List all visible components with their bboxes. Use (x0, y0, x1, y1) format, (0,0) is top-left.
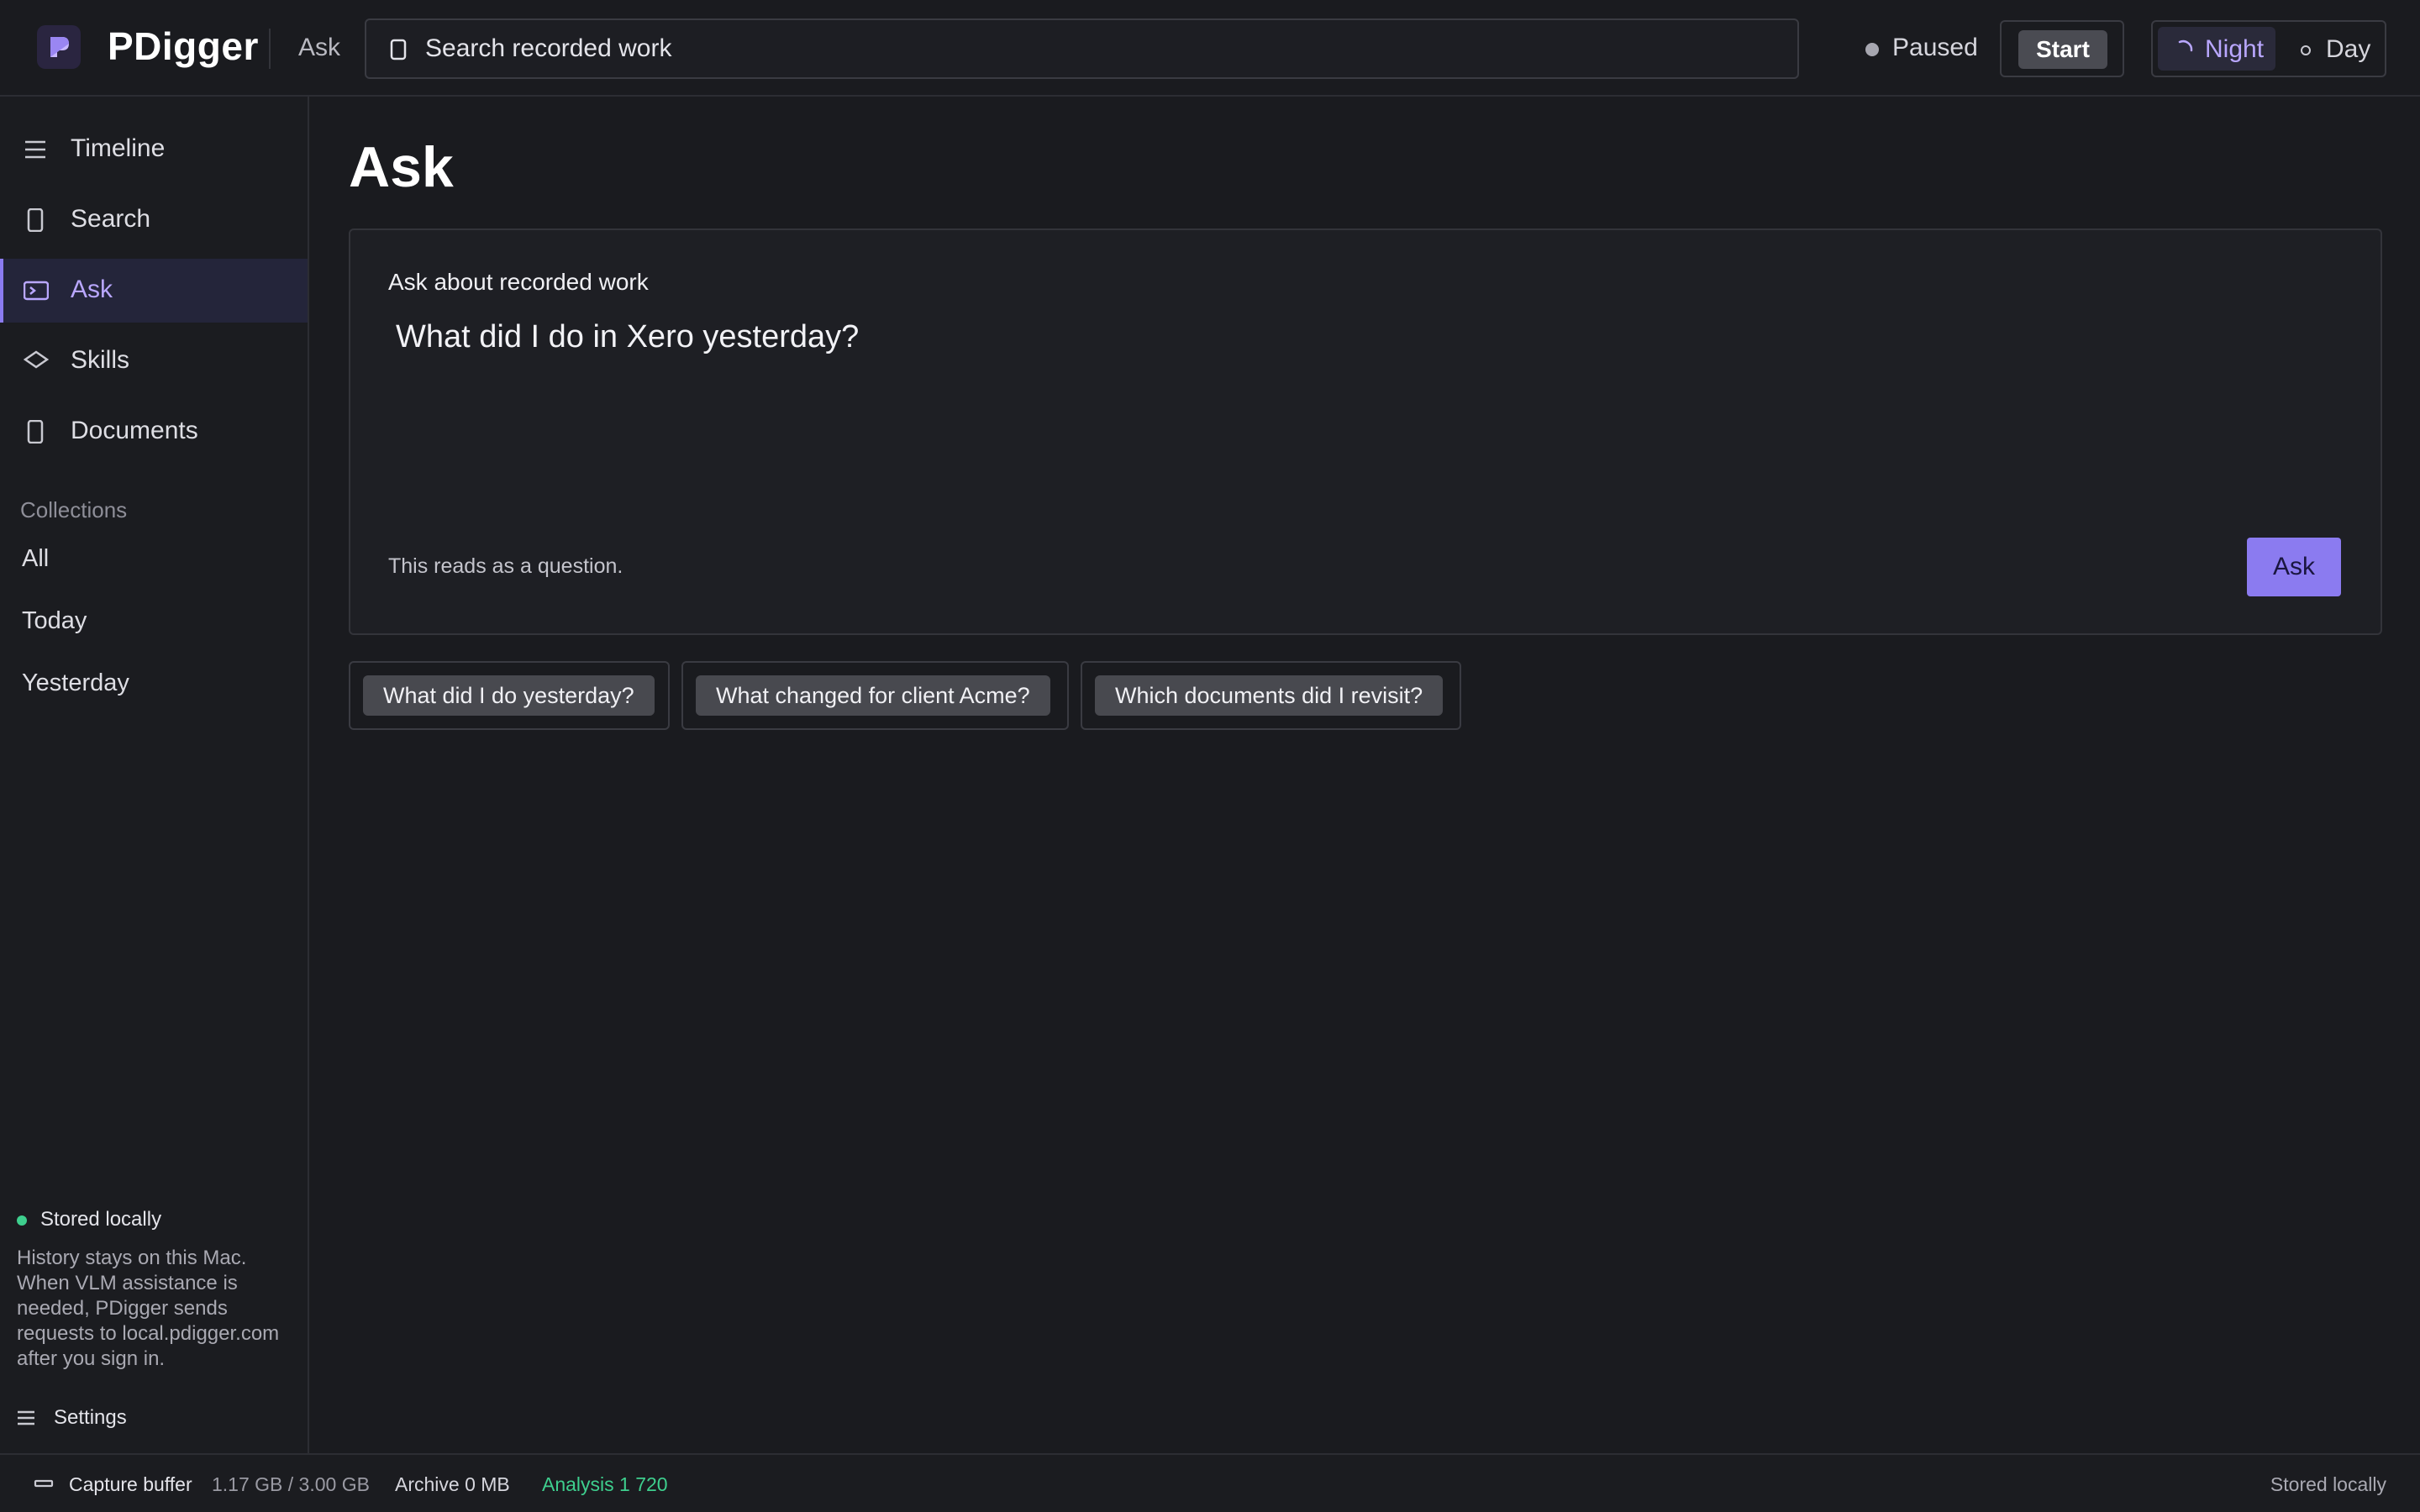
theme-night-option[interactable]: Night (2158, 27, 2275, 71)
suggestion-chip[interactable]: Which documents did I revisit? (1095, 675, 1444, 716)
top-bar: PDigger Ask Paused Start Night Day (0, 0, 2420, 97)
theme-day-label: Day (2326, 35, 2371, 63)
sidebar-item-label: Documents (71, 417, 198, 444)
sidebar-item-label: Ask (71, 276, 113, 303)
sidebar-item-timeline[interactable]: Timeline (0, 118, 308, 181)
settings-label: Settings (54, 1406, 127, 1429)
document-icon (24, 207, 47, 236)
sidebar-item-skills[interactable]: Skills (0, 329, 308, 393)
sun-icon (2301, 45, 2311, 55)
ask-card: Ask about recorded work What did I do in… (349, 228, 2382, 635)
sidebar-item-documents[interactable]: Documents (0, 400, 308, 464)
settings-button[interactable]: Settings (17, 1406, 127, 1431)
suggestion-chip-wrap: What did I do yesterday? (349, 661, 670, 730)
page-title: Ask (349, 135, 454, 199)
search-input[interactable] (424, 20, 1734, 77)
search-box[interactable] (365, 18, 1799, 79)
suggestion-chip-wrap: What changed for client Acme? (681, 661, 1069, 730)
collection-today[interactable]: Today (22, 607, 87, 635)
logo-icon (50, 37, 69, 57)
suggestion-chip[interactable]: What changed for client Acme? (696, 675, 1050, 716)
storage-description: History stays on this Mac. When VLM assi… (17, 1247, 280, 1370)
terminal-icon (23, 279, 50, 307)
analysis-count: Analysis 1 720 (542, 1473, 668, 1495)
app-name: PDigger (108, 24, 259, 68)
recording-status: Paused (1892, 34, 1978, 61)
suggestion-chip-wrap: Which documents did I revisit? (1081, 661, 1461, 730)
capture-buffer-label: Capture buffer (69, 1473, 192, 1495)
moon-icon (2175, 39, 2195, 63)
suggestion-chip[interactable]: What did I do yesterday? (363, 675, 655, 716)
capture-buffer-value: 1.17 GB / 3.00 GB (212, 1473, 370, 1495)
sidebar-item-label: Timeline (71, 134, 166, 162)
question-field-label: Ask about recorded work (388, 269, 649, 295)
capture-icon (34, 1473, 54, 1496)
storage-status-dot (17, 1215, 27, 1226)
start-control: Start (2000, 20, 2124, 77)
diamond-icon (23, 349, 50, 374)
collection-yesterday[interactable]: Yesterday (22, 669, 129, 697)
sidebar-item-search[interactable]: Search (0, 188, 308, 252)
start-button[interactable]: Start (2018, 30, 2107, 69)
question-input[interactable]: What did I do in Xero yesterday? (384, 311, 2342, 504)
collection-all[interactable]: All (22, 545, 49, 573)
breadcrumb[interactable]: Ask (298, 34, 340, 62)
recording-status-dot (1865, 43, 1879, 56)
theme-night-label: Night (2205, 35, 2265, 63)
storage-title: Stored locally (40, 1208, 162, 1231)
list-icon (17, 1410, 35, 1430)
archive-size: Archive 0 MB (395, 1473, 510, 1495)
app-logo (37, 25, 81, 69)
collections-heading: Collections (20, 497, 128, 522)
sidebar-item-label: Search (71, 205, 151, 233)
storage-location: Stored locally (2270, 1473, 2386, 1495)
sidebar-item-label: Skills (71, 346, 130, 374)
status-bar: Capture buffer 1.17 GB / 3.00 GB Archive… (0, 1453, 2420, 1512)
sidebar-item-ask[interactable]: Ask (0, 259, 308, 323)
theme-toggle: Night Day (2151, 20, 2386, 77)
document-icon (390, 39, 407, 65)
sidebar: Timeline Search Ask Skills Documents Col… (0, 97, 309, 1453)
ask-button[interactable]: Ask (2247, 538, 2341, 596)
list-icon (24, 138, 47, 165)
question-hint: This reads as a question. (388, 554, 623, 578)
divider (269, 29, 271, 69)
document-icon (24, 419, 47, 448)
